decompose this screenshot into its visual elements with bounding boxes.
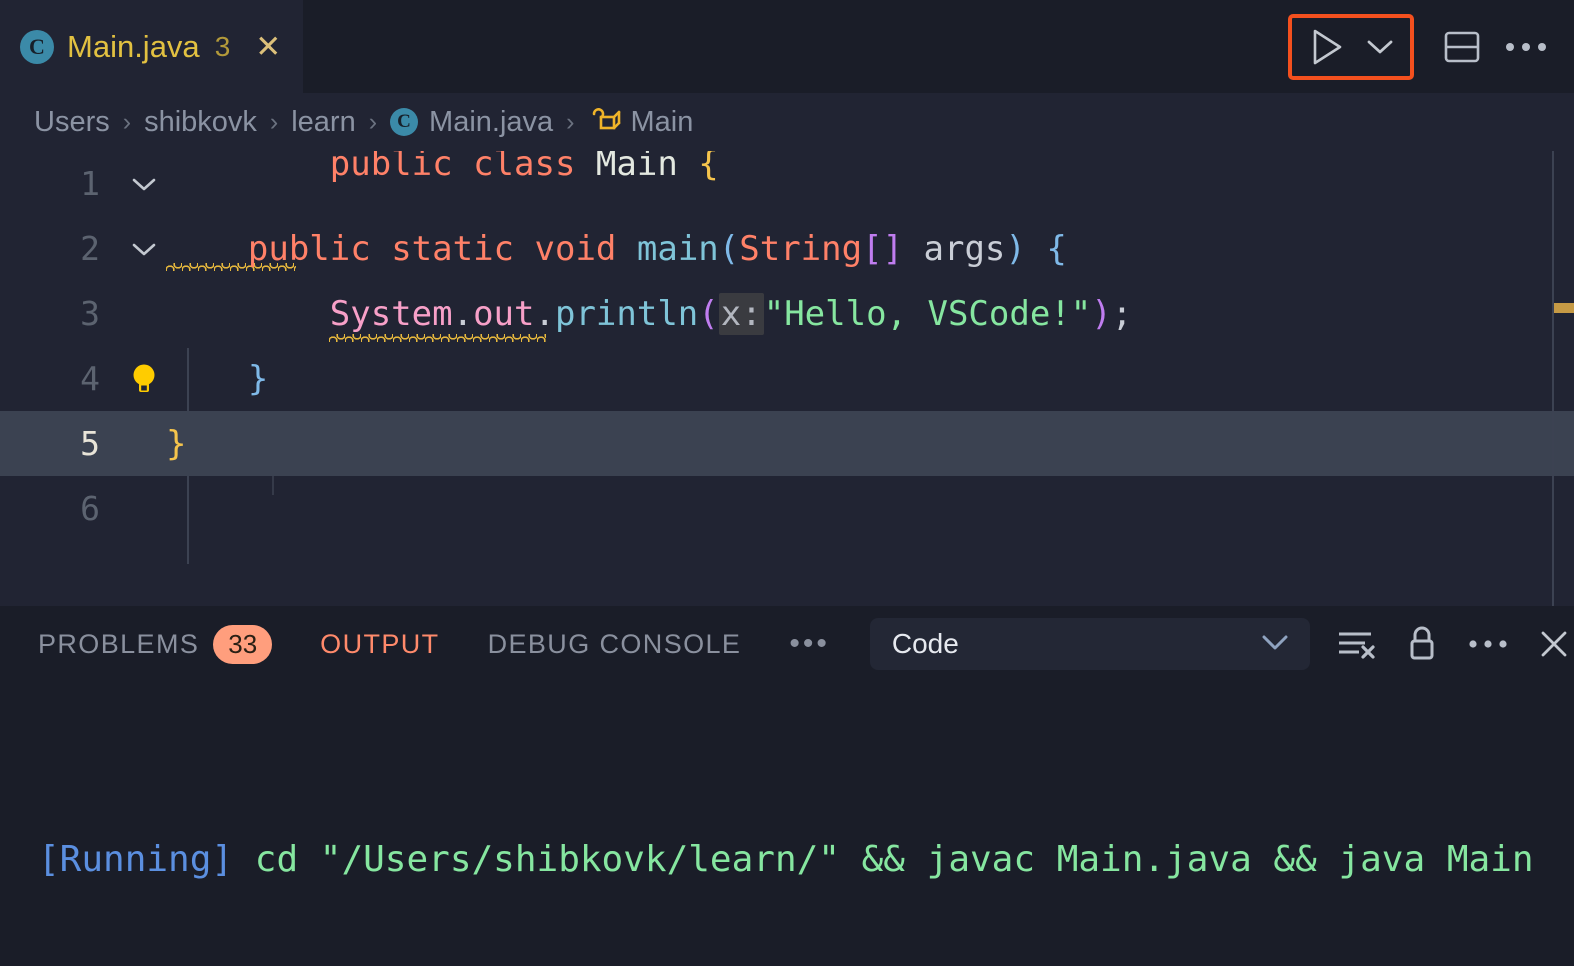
line-number: 2 (80, 229, 100, 268)
split-editor-down-icon[interactable] (1436, 21, 1488, 73)
panel-tabs-more-icon[interactable]: ••• (789, 627, 830, 661)
chevron-down-icon[interactable] (122, 174, 166, 194)
play-icon-svg (1313, 29, 1342, 64)
line-number: 1 (80, 164, 100, 203)
java-class-icon: C (20, 29, 54, 64)
breadcrumb-separator: › (269, 107, 279, 136)
lightbulb-icon[interactable] (122, 362, 166, 396)
breadcrumb-separator: › (368, 107, 378, 136)
output-channel-value: Code (891, 628, 959, 659)
problems-count-badge: 33 (213, 624, 273, 664)
code-line-6[interactable]: 6 (0, 476, 1574, 541)
panel-header: PROBLEMS 33 OUTPUT DEBUG CONSOLE ••• Cod… (0, 606, 1574, 682)
lightbulb-icon-svg (133, 364, 155, 392)
panel-tab-output[interactable]: OUTPUT (320, 629, 439, 660)
output-line-running: [Running] cd "/Users/shibkovk/learn/" &&… (38, 827, 1574, 893)
clear-output-icon-svg (1338, 632, 1375, 659)
panel-tab-debug-console-label: DEBUG CONSOLE (487, 628, 742, 659)
code-line-5-text: } (166, 423, 187, 464)
vscode-window: C Main.java 3 ✕ Users › shibkovk › learn… (0, 0, 1574, 966)
line-number: 3 (80, 294, 100, 333)
panel-toolbar (1328, 616, 1574, 672)
class-symbol-icon-svg (592, 108, 620, 130)
ellipsis-icon[interactable] (1460, 616, 1516, 672)
code-line-1[interactable]: 1 public class Main { (0, 151, 1574, 271)
run-button-group[interactable] (1288, 13, 1414, 80)
panel-tab-debug-console[interactable]: DEBUG CONSOLE (488, 629, 742, 660)
tab-label: Main.java (67, 28, 200, 64)
code-line-4[interactable]: 4 } (0, 346, 1574, 411)
breadcrumb-item-main-symbol[interactable]: Main (631, 106, 694, 139)
line-number: 4 (80, 359, 100, 398)
tab-problem-count: 3 (214, 30, 231, 62)
overview-ruler[interactable] (1552, 151, 1574, 606)
editor-actions (1288, 0, 1574, 93)
editor-tab-main-java[interactable]: C Main.java 3 ✕ (0, 0, 304, 93)
code-editor[interactable]: 1 public class Main { 2 public static vo… (0, 151, 1574, 606)
panel-tab-problems-label: PROBLEMS (38, 628, 200, 659)
breadcrumb: Users › shibkovk › learn › C Main.java ›… (0, 93, 1574, 151)
breadcrumb-separator: › (566, 107, 575, 136)
editor-tab-bar: C Main.java 3 ✕ (0, 0, 1574, 93)
breadcrumb-item-learn[interactable]: learn (291, 106, 356, 139)
panel-tab-problems[interactable]: PROBLEMS 33 (38, 624, 273, 664)
inlay-hint-parameter-name: x: (718, 292, 764, 335)
error-squiggle (329, 333, 546, 342)
bottom-panel: PROBLEMS 33 OUTPUT DEBUG CONSOLE ••• Cod… (0, 606, 1574, 966)
output-channel-select[interactable]: Code (869, 618, 1310, 670)
code-line-4-text: } (247, 358, 269, 399)
breadcrumb-item-shibkovk[interactable]: shibkovk (144, 106, 257, 139)
chevron-down-icon-svg (1367, 40, 1393, 53)
output-content[interactable]: [Running] cd "/Users/shibkovk/learn/" &&… (0, 682, 1574, 966)
close-icon[interactable] (1526, 616, 1574, 672)
lock-scroll-icon[interactable] (1394, 616, 1450, 672)
panel-tab-output-label: OUTPUT (320, 628, 440, 659)
code-line-2[interactable]: 2 public static void main(String[] args)… (0, 216, 1574, 281)
running-command: cd "/Users/shibkovk/learn/" && javac Mai… (254, 839, 1534, 881)
lock-icon-svg (1410, 626, 1434, 660)
java-class-icon: C (390, 108, 419, 136)
overview-ruler-warning-mark (1554, 303, 1574, 313)
line-number: 6 (80, 489, 100, 528)
close-icon[interactable]: ✕ (255, 31, 281, 62)
ellipsis-icon[interactable] (1500, 21, 1552, 73)
code-line-2-text: public static void main(String[] args) { (247, 228, 1067, 269)
line-number: 5 (80, 424, 100, 463)
tab-bar-spacer (303, 0, 1288, 93)
code-line-3-text: System.out.println(x:"Hello, VSCode!"); (166, 292, 1132, 342)
chevron-down-icon[interactable] (122, 239, 166, 259)
class-symbol-icon (588, 105, 622, 139)
breadcrumb-separator: › (122, 107, 132, 136)
code-line-5[interactable]: 5 } (0, 411, 1574, 476)
code-line-3[interactable]: 3 System.out.println(x:"Hello, VSCode!")… (0, 281, 1574, 346)
clear-output-icon[interactable] (1328, 616, 1384, 672)
breadcrumb-item-users[interactable]: Users (34, 106, 110, 139)
play-icon[interactable] (1304, 24, 1350, 70)
chevron-down-icon (1258, 628, 1292, 660)
close-icon-svg (1541, 631, 1567, 657)
ellipsis-icon-svg (1506, 42, 1546, 51)
breadcrumb-item-main-java[interactable]: Main.java (429, 106, 553, 139)
split-editor-icon-svg (1444, 31, 1480, 62)
ellipsis-icon-svg (1469, 640, 1507, 648)
running-tag: [Running] (38, 839, 234, 881)
chevron-down-icon[interactable] (1360, 24, 1400, 70)
